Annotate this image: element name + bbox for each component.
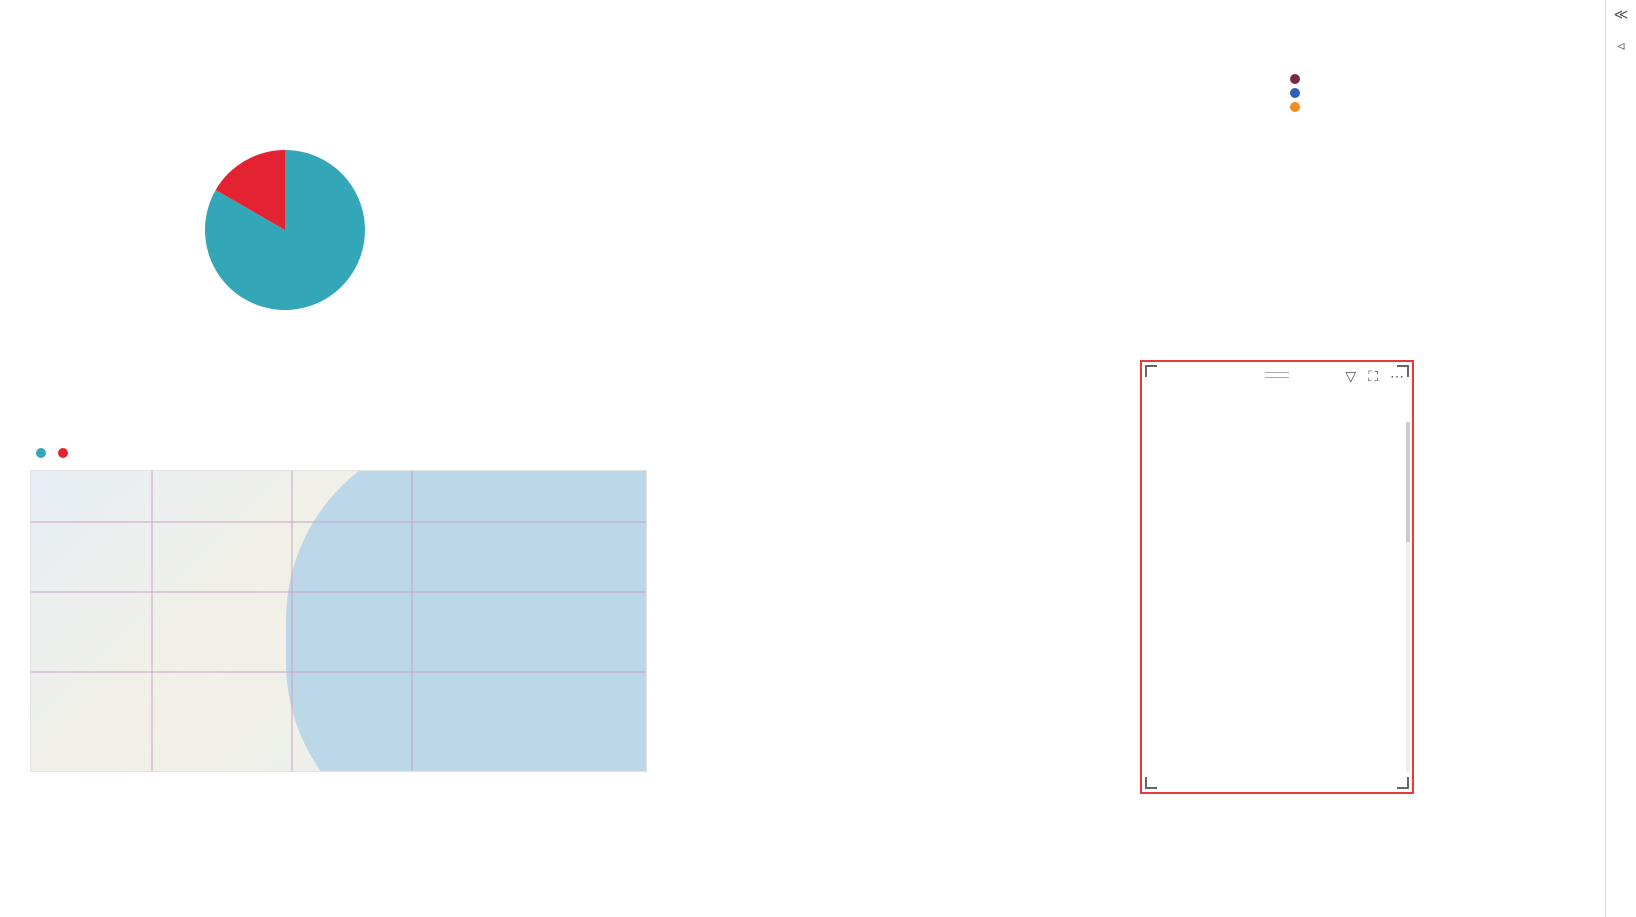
focus-mode-icon[interactable]: ⛶ xyxy=(1368,368,1378,385)
scatter-chart[interactable] xyxy=(680,410,1120,810)
resize-handle[interactable] xyxy=(1145,365,1157,377)
collapse-filters-icon[interactable]: ≪ xyxy=(1614,6,1629,23)
drag-handle-icon[interactable] xyxy=(1265,372,1289,378)
filter-icon[interactable]: ▽ xyxy=(1345,368,1356,385)
legend-dot xyxy=(1290,74,1300,84)
slicer-scrollbar[interactable] xyxy=(1406,422,1410,772)
resize-handle[interactable] xyxy=(1145,777,1157,789)
dm-slicer-visual[interactable]: ▽ ⛶ ⋯ xyxy=(1140,360,1414,794)
resize-handle[interactable] xyxy=(1397,777,1409,789)
legend-dot xyxy=(1290,88,1300,98)
pie-chart[interactable] xyxy=(120,120,450,345)
legend-dot-new xyxy=(36,448,46,458)
ocean-shape xyxy=(286,470,647,772)
map-visual[interactable] xyxy=(30,470,647,772)
legend-dot-same xyxy=(58,448,68,458)
legend-dot xyxy=(1290,102,1300,112)
bar-legend xyxy=(1290,70,1305,112)
bar-chart[interactable] xyxy=(712,75,1272,335)
bookmark-icon[interactable]: ◃ xyxy=(1617,37,1624,54)
more-options-icon[interactable]: ⋯ xyxy=(1390,368,1404,385)
